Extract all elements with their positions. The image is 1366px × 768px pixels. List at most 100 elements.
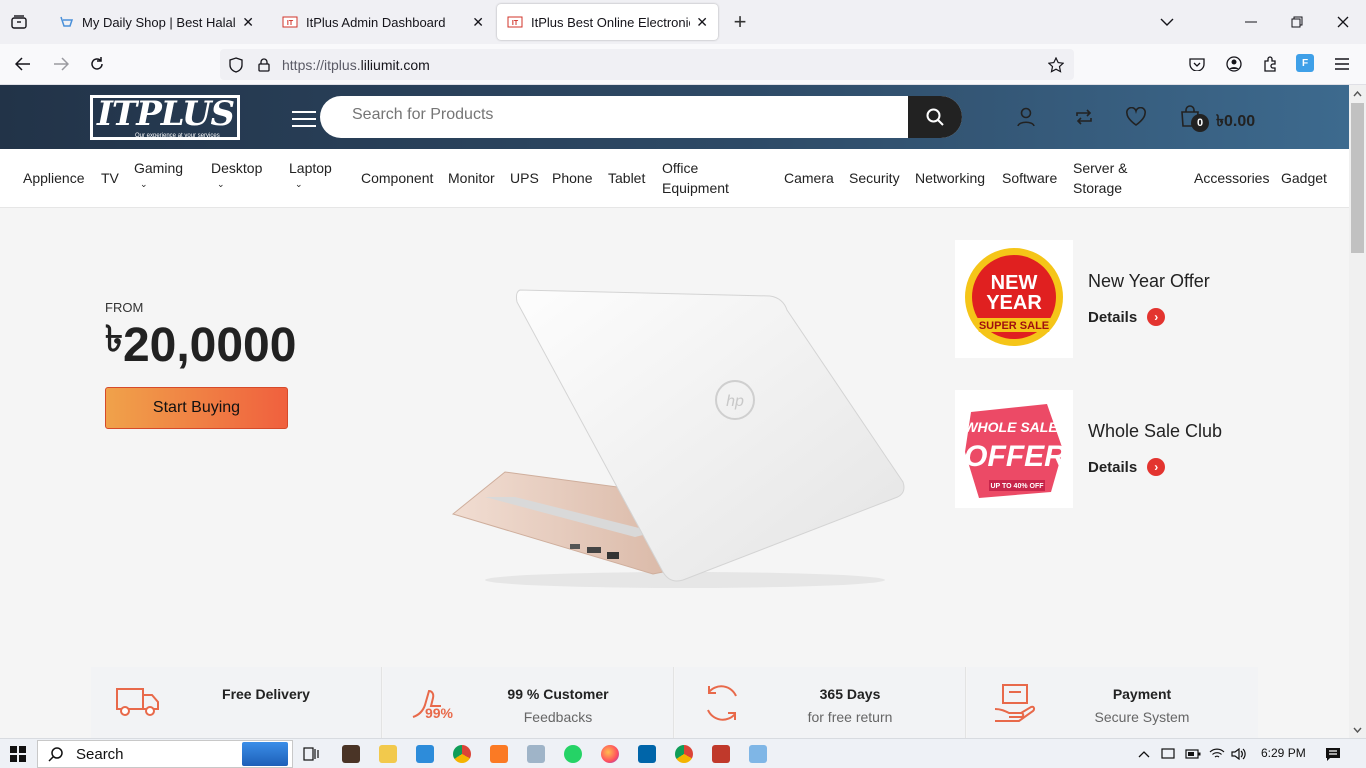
tab-overflow-chevron-icon[interactable]: [1156, 12, 1178, 32]
nav-item-phone[interactable]: Phone: [552, 168, 592, 188]
tab-title: ItPlus Best Online Electronics Sh: [531, 14, 690, 30]
itplus-logo[interactable]: ITPLUS Our experience at your services: [90, 95, 240, 140]
wishlist-heart-icon[interactable]: [1124, 105, 1148, 129]
nav-item-gadget[interactable]: Gadget: [1281, 168, 1327, 188]
nav-item-accessories[interactable]: Accessories: [1194, 168, 1269, 188]
close-tab-icon[interactable]: ✕: [472, 14, 484, 31]
nav-item-laptop[interactable]: Laptop ⌄: [289, 158, 332, 189]
nav-item-monitor[interactable]: Monitor: [448, 168, 495, 188]
nav-label: Gaming: [134, 160, 184, 176]
wholesale-details-link[interactable]: Details ›: [1088, 458, 1166, 476]
lock-icon[interactable]: [254, 55, 274, 75]
reload-icon[interactable]: [86, 54, 108, 74]
new-year-details-link[interactable]: Details ›: [1088, 308, 1166, 326]
chrome-icon[interactable]: [453, 745, 471, 763]
meet-now-icon[interactable]: [1160, 746, 1176, 762]
nav-item-ups[interactable]: UPS: [510, 168, 539, 188]
database-tool-icon[interactable]: [712, 745, 730, 763]
new-year-offer-image[interactable]: NEW YEAR SUPER SALE: [955, 240, 1073, 358]
tab-itplus-electronics[interactable]: IT ItPlus Best Online Electronics Sh ✕: [497, 4, 718, 40]
minimize-window-icon[interactable]: [1240, 12, 1262, 32]
itplus-favicon-icon: IT: [282, 16, 298, 28]
chrome-profile-icon[interactable]: [675, 745, 693, 763]
restore-window-icon[interactable]: [1286, 12, 1308, 32]
feature-subtitle: for free return: [807, 709, 893, 725]
nav-item-office-equipment[interactable]: Office Equipment: [662, 158, 742, 198]
firefox-icon[interactable]: [601, 745, 619, 763]
nav-item-applience[interactable]: Applience: [23, 168, 85, 188]
whatsapp-icon[interactable]: [564, 745, 582, 763]
windows-taskbar: Search 6:29 PM: [0, 738, 1366, 768]
url-domain: liliumit.com: [360, 57, 430, 73]
nav-item-tv[interactable]: TV: [101, 168, 119, 188]
notification-center-icon[interactable]: [1324, 746, 1342, 762]
extension-badge-icon[interactable]: F: [1296, 54, 1314, 72]
battery-icon[interactable]: [1184, 746, 1202, 762]
nav-item-security[interactable]: Security: [849, 168, 900, 188]
close-tab-icon[interactable]: ✕: [696, 14, 708, 31]
account-icon[interactable]: [1224, 54, 1244, 74]
photo-viewer-icon[interactable]: [527, 745, 545, 763]
wholesale-offer-image[interactable]: WHOLE SALE OFFER UP TO 40% OFF: [955, 390, 1073, 508]
file-explorer-icon[interactable]: [379, 745, 397, 763]
search-input[interactable]: [352, 106, 892, 124]
feature-strip: Free Delivery 99% 99 % Customer Feedback…: [91, 667, 1259, 738]
scroll-up-icon[interactable]: [1349, 85, 1366, 102]
tab-my-daily-shop[interactable]: My Daily Shop | Best Halal Shop ✕: [48, 4, 264, 40]
back-arrow-icon[interactable]: [12, 54, 34, 74]
menu-hamburger-icon[interactable]: [1332, 54, 1352, 74]
scroll-thumb[interactable]: [1351, 103, 1364, 253]
nav-item-software[interactable]: Software: [1002, 168, 1057, 188]
notepad-icon[interactable]: [749, 745, 767, 763]
clock-time[interactable]: 6:29 PM: [1261, 746, 1306, 760]
taskbar-search[interactable]: Search: [37, 740, 293, 768]
bookmark-star-icon[interactable]: [1046, 55, 1066, 75]
tab-list-icon[interactable]: [8, 12, 30, 32]
nav-item-desktop[interactable]: Desktop ⌄: [211, 158, 263, 189]
feature-title: 365 Days: [819, 686, 881, 702]
details-label: Details: [1088, 308, 1138, 326]
nav-item-server-storage[interactable]: Server & Storage: [1073, 158, 1145, 198]
scroll-down-icon[interactable]: [1349, 721, 1366, 738]
nav-label: Gadget: [1281, 170, 1327, 186]
nav-label: Desktop: [211, 160, 263, 176]
windows-start-icon[interactable]: [9, 745, 27, 763]
compare-icon[interactable]: [1072, 105, 1096, 129]
close-tab-icon[interactable]: ✕: [242, 14, 254, 31]
address-bar[interactable]: https://itplus.liliumit.com: [220, 49, 1074, 80]
promo-title: Whole Sale Club: [1088, 421, 1223, 441]
nav-label: Accessories: [1194, 170, 1270, 186]
currency-symbol: ৳: [105, 318, 123, 359]
close-window-icon[interactable]: [1332, 12, 1354, 32]
truck-icon: [116, 688, 159, 716]
nav-label: Monitor: [448, 170, 495, 186]
sublime-text-icon[interactable]: [342, 745, 360, 763]
show-hidden-icons-chevron-icon[interactable]: [1136, 746, 1152, 762]
forward-arrow-icon[interactable]: [50, 54, 72, 74]
search-button[interactable]: [908, 96, 962, 138]
xampp-icon[interactable]: [490, 745, 508, 763]
nav-item-gaming[interactable]: Gaming ⌄: [134, 158, 184, 189]
nav-item-component[interactable]: Component: [361, 168, 433, 188]
nav-item-networking[interactable]: Networking: [915, 168, 985, 188]
extensions-icon[interactable]: [1260, 54, 1280, 74]
new-tab-button[interactable]: +: [728, 9, 752, 34]
pocket-icon[interactable]: [1187, 54, 1207, 74]
thumbs-up-icon: 99%: [412, 689, 454, 721]
user-account-icon[interactable]: [1014, 105, 1038, 129]
task-view-icon[interactable]: [302, 745, 320, 763]
tab-itplus-admin[interactable]: IT ItPlus Admin Dashboard ✕: [272, 4, 494, 40]
shield-icon[interactable]: [226, 55, 246, 75]
start-buying-button[interactable]: Start Buying: [105, 387, 288, 429]
cart-total[interactable]: ৳0.00: [1216, 108, 1255, 135]
nav-item-camera[interactable]: Camera: [784, 168, 834, 188]
category-menu-icon[interactable]: [292, 109, 316, 129]
url-prefix: https://itplus.: [282, 57, 361, 73]
vscode-icon[interactable]: [638, 745, 656, 763]
nav-item-tablet[interactable]: Tablet: [608, 168, 645, 188]
page-scrollbar[interactable]: [1349, 85, 1366, 738]
hero-price: ৳20,0000: [105, 312, 296, 373]
volume-icon[interactable]: [1230, 746, 1248, 762]
wifi-icon[interactable]: [1208, 746, 1226, 762]
settings-app-icon[interactable]: [416, 745, 434, 763]
